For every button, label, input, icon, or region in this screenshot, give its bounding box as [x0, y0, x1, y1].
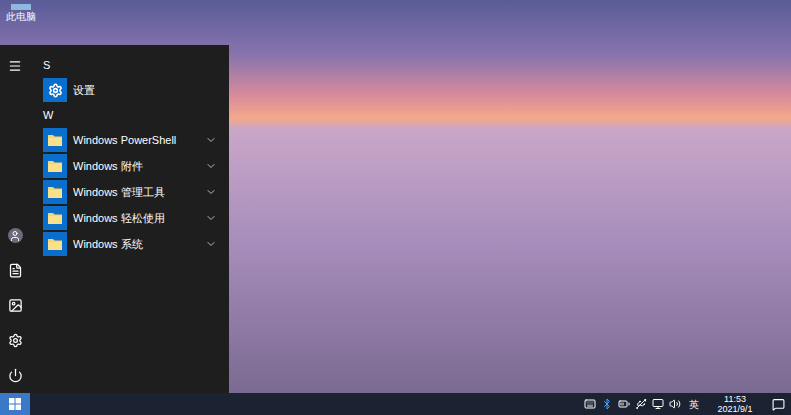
hamburger-icon [8, 59, 22, 73]
app-list: S 设置 W Windows PowerShell Windows 附件 Windows … [30, 45, 229, 393]
folder-item[interactable]: Windows 系统 [43, 231, 229, 257]
network-icon[interactable] [649, 393, 666, 415]
item-label: 设置 [73, 82, 217, 99]
app-item[interactable]: 设置 [43, 77, 229, 103]
app-group: S 设置 [43, 53, 229, 103]
rail-button[interactable] [0, 253, 30, 288]
start-menu: S 设置 W Windows PowerShell Windows 附件 Windows … [0, 45, 229, 393]
folder-item[interactable]: Windows 附件 [43, 153, 229, 179]
clock[interactable]: 11:532021/9/1 [705, 394, 765, 414]
document-icon [8, 263, 23, 278]
notification-button[interactable] [765, 393, 791, 415]
group-letter[interactable]: S [43, 53, 229, 77]
folder-icon [47, 185, 63, 199]
system-tray: 英11:532021/9/1 [581, 393, 791, 415]
windows-logo-icon [9, 398, 21, 410]
gear-icon [48, 83, 63, 98]
desktop: 此电脑 S 设置 W Windows PowerShell Windows 附件 Windo… [0, 0, 791, 393]
user-icon [8, 228, 23, 243]
folder-tile-icon [43, 154, 67, 178]
rail-button[interactable] [0, 358, 30, 393]
folder-tile-icon [43, 206, 67, 230]
folder-icon [47, 159, 63, 173]
folder-icon [47, 237, 63, 251]
item-label: Windows 系统 [73, 236, 199, 253]
input-method[interactable]: 英 [683, 393, 705, 415]
folder-tile-icon [43, 180, 67, 204]
bluetooth-icon[interactable] [598, 393, 615, 415]
time: 11:53 [724, 394, 746, 404]
chevron-icon[interactable] [205, 212, 217, 224]
rail-button[interactable] [0, 218, 30, 253]
chevron-icon[interactable] [205, 186, 217, 198]
menu-button[interactable] [0, 45, 30, 85]
app-group: W Windows PowerShell Windows 附件 Windows 管理工… [43, 103, 229, 257]
date: 2021/9/1 [717, 404, 752, 414]
chevron-icon[interactable] [205, 160, 217, 172]
folder-tile-icon [43, 128, 67, 152]
start-rail [0, 45, 30, 393]
settings-icon [8, 333, 23, 348]
item-label: Windows 轻松使用 [73, 210, 199, 227]
start-button[interactable] [0, 393, 30, 415]
folder-item[interactable]: Windows PowerShell [43, 127, 229, 153]
desktop-icon-label: 此电脑 [6, 10, 36, 24]
battery-icon[interactable] [615, 393, 632, 415]
rail-button[interactable] [0, 323, 30, 358]
power-icon [8, 368, 23, 383]
folder-icon [47, 133, 63, 147]
notification-icon [772, 398, 785, 411]
computer-icon [11, 4, 31, 10]
taskbar: 英11:532021/9/1 [0, 393, 791, 415]
desktop-icon[interactable]: 此电脑 [6, 4, 36, 24]
pictures-icon [8, 298, 23, 313]
usb-icon[interactable] [632, 393, 649, 415]
volume-icon[interactable] [666, 393, 683, 415]
chevron-icon[interactable] [205, 134, 217, 146]
group-letter[interactable]: W [43, 103, 229, 127]
item-label: Windows 附件 [73, 158, 199, 175]
item-label: Windows 管理工具 [73, 184, 199, 201]
folder-icon [47, 211, 63, 225]
chevron-icon[interactable] [205, 238, 217, 250]
settings-tile-icon [43, 78, 67, 102]
rail-button[interactable] [0, 288, 30, 323]
screen: 此电脑 S 设置 W Windows PowerShell Windows 附件 Windo… [0, 0, 791, 415]
folder-item[interactable]: Windows 管理工具 [43, 179, 229, 205]
folder-item[interactable]: Windows 轻松使用 [43, 205, 229, 231]
keyboard-icon[interactable] [581, 393, 598, 415]
folder-tile-icon [43, 232, 67, 256]
item-label: Windows PowerShell [73, 132, 199, 149]
